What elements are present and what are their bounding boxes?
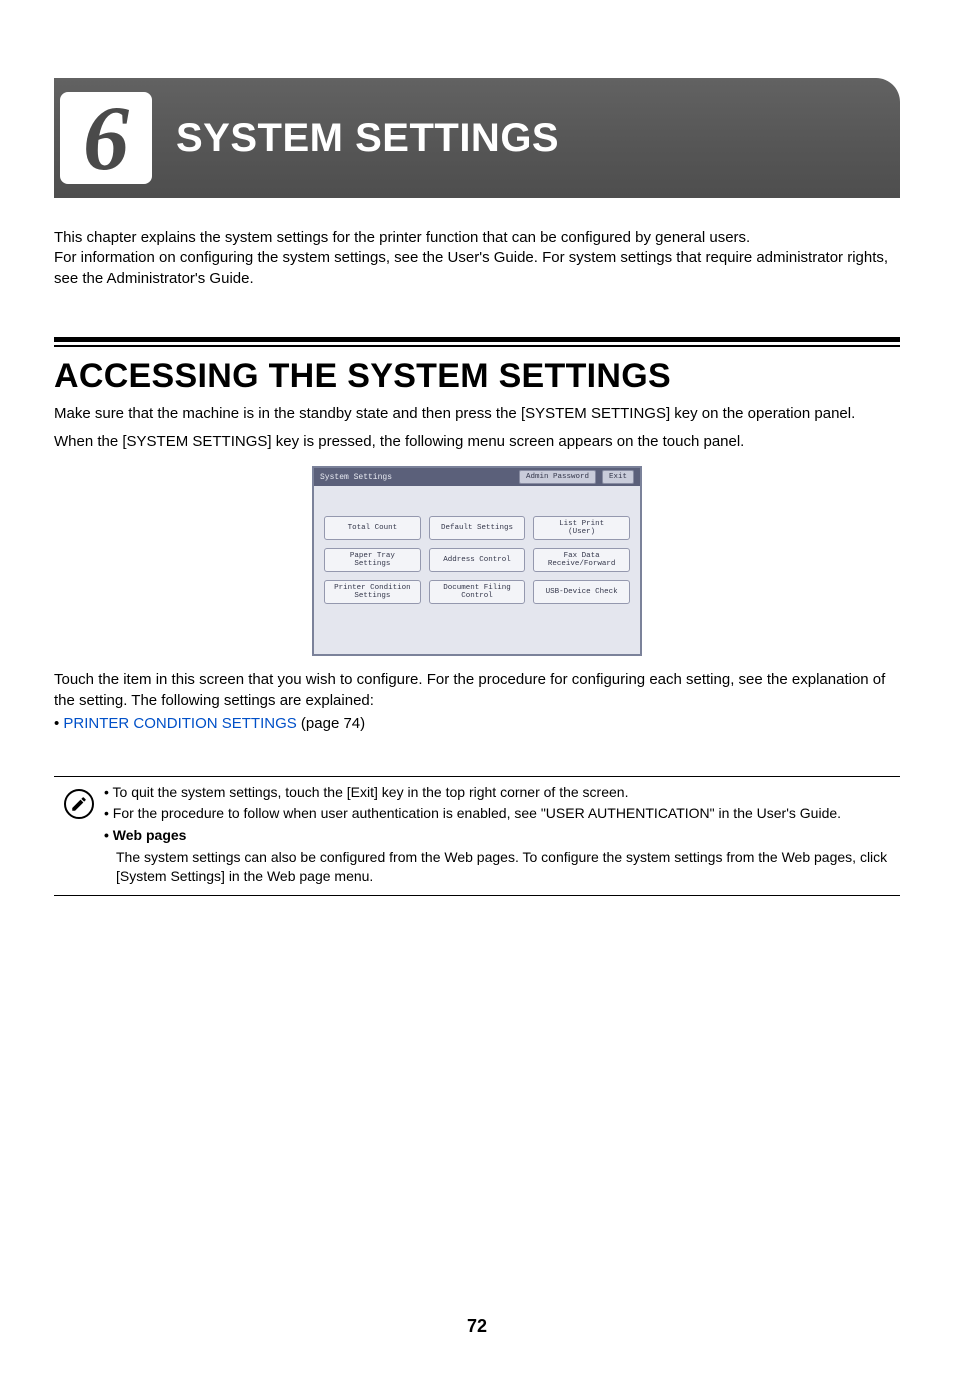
chapter-number-box: 6 (60, 92, 152, 184)
page-number: 72 (54, 1316, 900, 1337)
section-paragraph-1: Make sure that the machine is in the sta… (54, 404, 900, 424)
printer-condition-link[interactable]: PRINTER CONDITION SETTINGS (63, 715, 296, 732)
intro-paragraph-1: This chapter explains the system setting… (54, 228, 900, 248)
exit-button[interactable]: Exit (602, 470, 634, 484)
panel-button-list-print[interactable]: List Print(User) (533, 516, 630, 540)
touch-panel-figure: System Settings Admin Password Exit Tota… (312, 466, 642, 656)
bullet-line: • PRINTER CONDITION SETTINGS (page 74) (54, 715, 900, 732)
panel-button-fax-data[interactable]: Fax DataReceive/Forward (533, 548, 630, 572)
note-box: • To quit the system settings, touch the… (54, 776, 900, 896)
panel-button-paper-tray[interactable]: Paper TraySettings (324, 548, 421, 572)
panel-button-address-control[interactable]: Address Control (429, 548, 526, 572)
panel-header-title: System Settings (320, 473, 392, 482)
after-panel-paragraph: Touch the item in this screen that you w… (54, 670, 900, 711)
intro-paragraph-2: For information on configuring the syste… (54, 248, 900, 289)
bullet-prefix: • (54, 715, 63, 732)
note-bullet-3-label: • Web pages (104, 826, 900, 846)
note-bullet-1: • To quit the system settings, touch the… (104, 783, 900, 803)
panel-body: Total Count Default Settings List Print(… (314, 486, 640, 614)
note-bottom-rule (54, 895, 900, 896)
panel-button-document-filing[interactable]: Document FilingControl (429, 580, 526, 604)
note-icon (64, 789, 94, 819)
chapter-header: 6 SYSTEM SETTINGS (54, 78, 900, 198)
section-paragraph-2: When the [SYSTEM SETTINGS] key is presse… (54, 432, 900, 452)
pencil-icon (70, 795, 88, 813)
intro-block: This chapter explains the system setting… (54, 228, 900, 289)
panel-button-default-settings[interactable]: Default Settings (429, 516, 526, 540)
admin-password-button[interactable]: Admin Password (519, 470, 596, 484)
panel-button-total-count[interactable]: Total Count (324, 516, 421, 540)
panel-button-printer-condition[interactable]: Printer ConditionSettings (324, 580, 421, 604)
section-title: ACCESSING THE SYSTEM SETTINGS (54, 357, 900, 396)
note-bullet-2: • For the procedure to follow when user … (104, 804, 900, 824)
touch-panel: System Settings Admin Password Exit Tota… (312, 466, 642, 656)
note-bullet-3-body: The system settings can also be configur… (116, 848, 900, 887)
section-divider (54, 337, 900, 347)
panel-button-usb-device-check[interactable]: USB-Device Check (533, 580, 630, 604)
chapter-number: 6 (83, 92, 129, 184)
chapter-title: SYSTEM SETTINGS (176, 116, 559, 161)
link-page-ref: (page 74) (297, 715, 365, 732)
panel-header: System Settings Admin Password Exit (314, 468, 640, 486)
